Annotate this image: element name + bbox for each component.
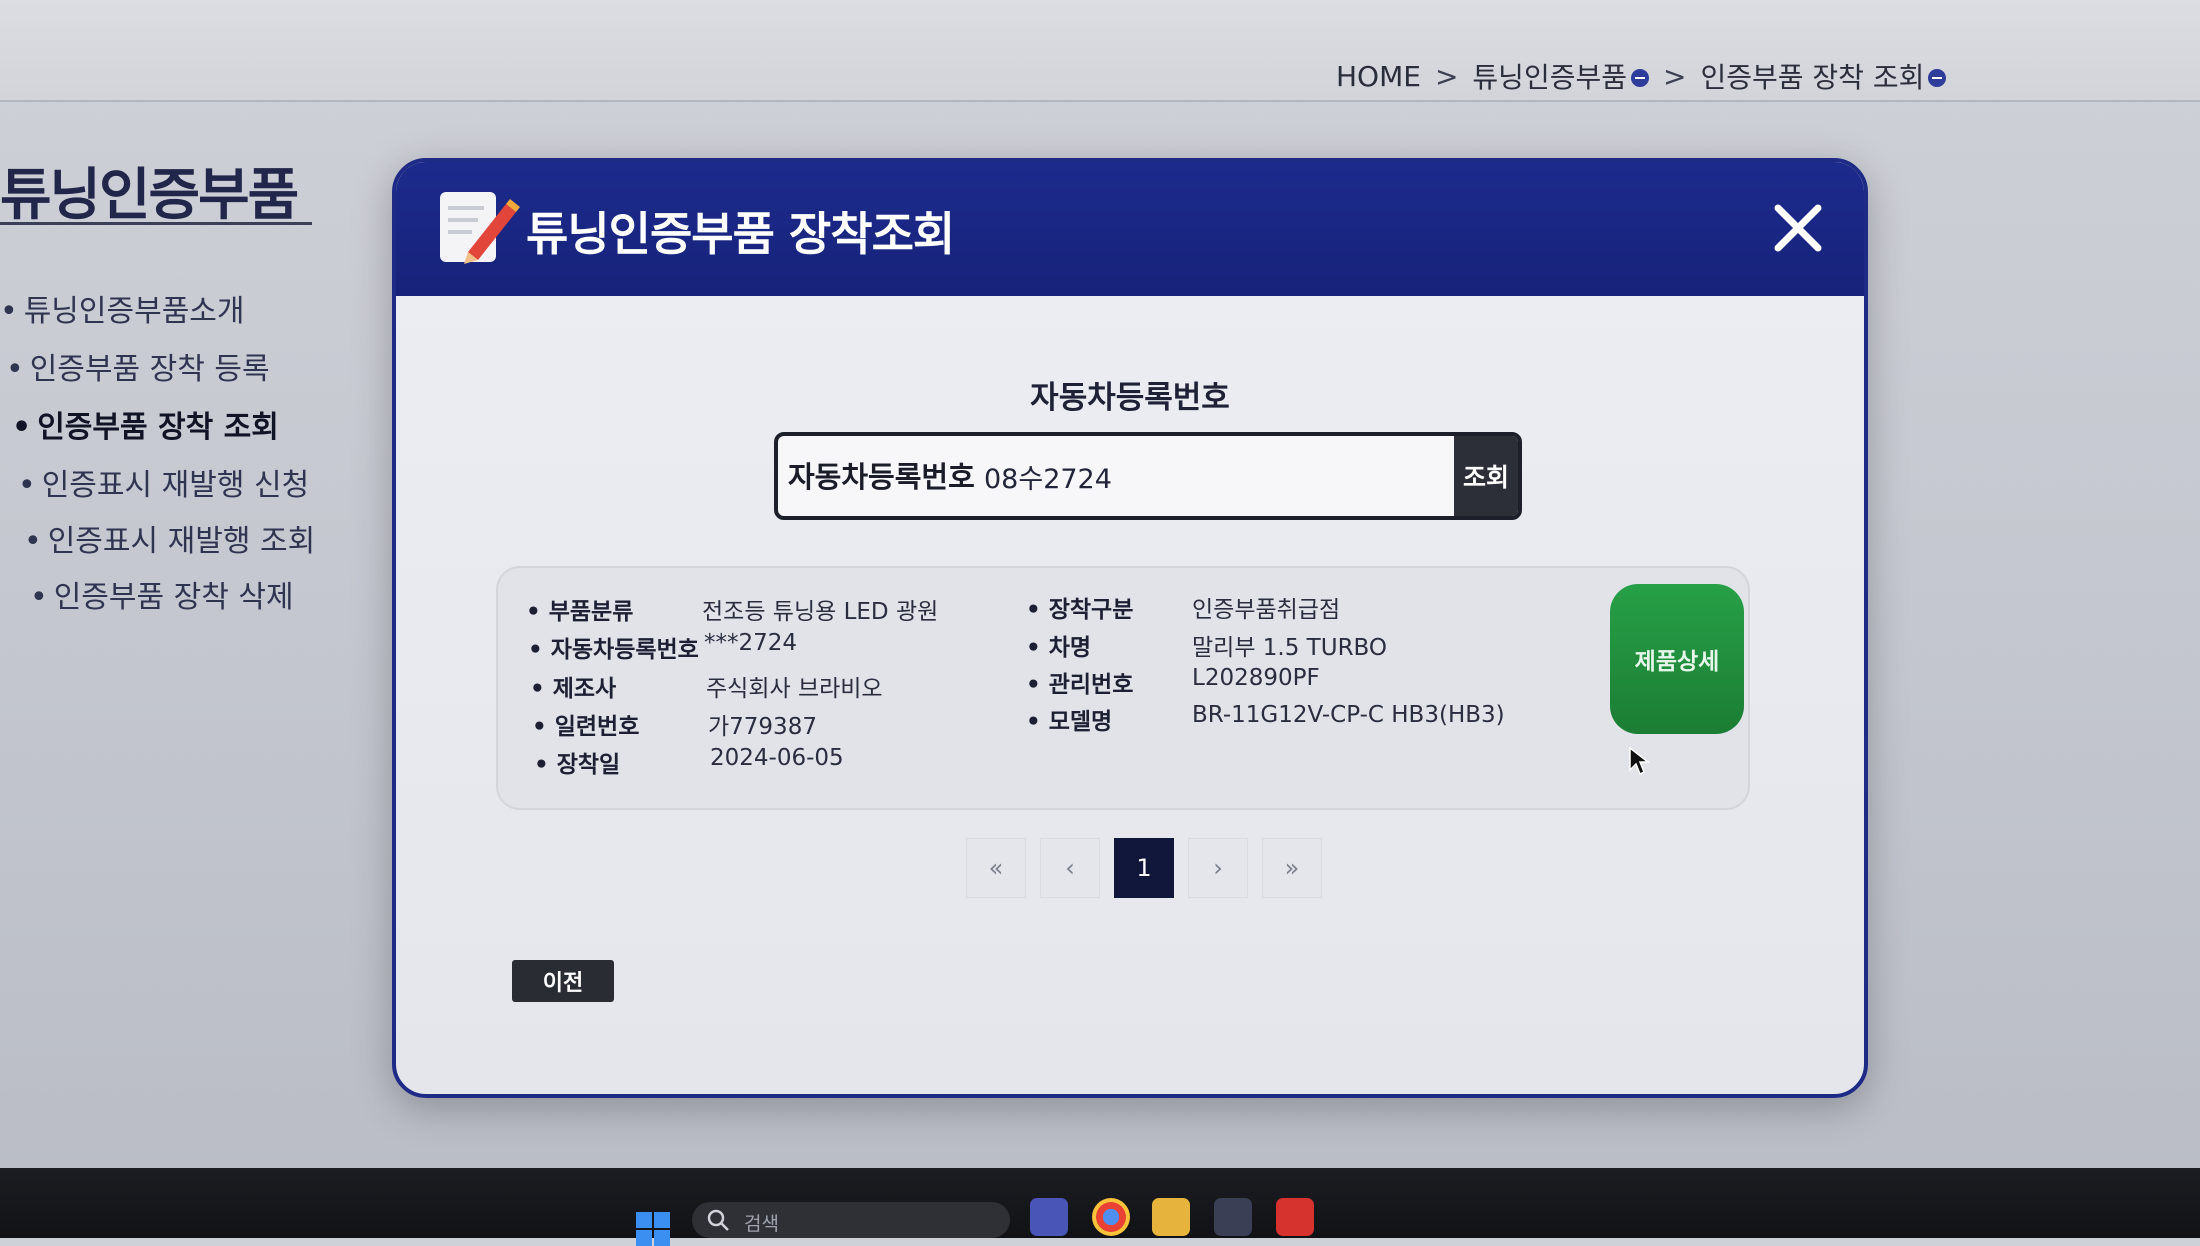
taskbar-search-placeholder: 검색 <box>744 1213 779 1235</box>
field-value: 말리부 1.5 TURBO <box>1192 635 1388 661</box>
taskbar-app-calculator[interactable] <box>1214 1198 1252 1236</box>
breadcrumb-level2-label: 인증부품 장착 조회 <box>1700 61 1925 94</box>
search-box: 자동차등록번호 조회 <box>774 432 1522 520</box>
windows-logo-icon[interactable] <box>636 1212 670 1246</box>
breadcrumb: HOME > 튜닝인증부품 > 인증부품 장착 조회 <box>1336 56 1947 96</box>
field-value: 가779387 <box>708 714 817 740</box>
taskbar-app-folder[interactable] <box>1152 1198 1190 1236</box>
breadcrumb-dropdown-icon[interactable] <box>1630 69 1649 87</box>
sidebar-item-reissue-lookup[interactable]: • 인증표시 재발행 조회 <box>24 516 315 560</box>
breadcrumb-level1-label: 튜닝인증부품 <box>1472 61 1627 94</box>
taskbar: 검색 <box>0 1168 2200 1246</box>
sidebar-item-intro[interactable]: • 튜닝인증부품소개 <box>0 286 245 330</box>
section-label: 자동차등록번호 <box>1030 380 1230 416</box>
field-key: • 차명 <box>1026 635 1092 661</box>
registration-number-input[interactable] <box>982 446 1456 506</box>
breadcrumb-level2[interactable]: 인증부품 장착 조회 <box>1700 56 1947 96</box>
field-key: • 장착일 <box>534 752 621 778</box>
taskbar-search[interactable]: 검색 <box>692 1202 1010 1238</box>
modal-header: 튜닝인증부품 장착조회 <box>396 162 1864 296</box>
product-detail-button[interactable]: 제품상세 <box>1610 584 1744 734</box>
field-key: • 관리번호 <box>1026 672 1134 698</box>
field-value: 주식회사 브라비오 <box>706 676 883 702</box>
field-key: • 일련번호 <box>532 714 640 740</box>
breadcrumb-separator: > <box>1434 59 1459 93</box>
sidebar-item-register[interactable]: • 인증부품 장착 등록 <box>6 344 270 388</box>
sidebar-title: 튜닝인증부품 <box>0 163 299 228</box>
close-icon[interactable] <box>1768 198 1828 258</box>
sidebar-title-divider <box>0 222 312 225</box>
sidebar-item-delete[interactable]: • 인증부품 장착 삭제 <box>30 572 294 616</box>
page-prev-button[interactable]: ‹ <box>1040 838 1100 898</box>
field-value: L202890PF <box>1192 665 1320 691</box>
sidebar-item-lookup[interactable]: • 인증부품 장착 조회 <box>12 402 279 446</box>
taskbar-app-browser[interactable] <box>1092 1198 1130 1236</box>
taskbar-app-meet[interactable] <box>1030 1198 1068 1236</box>
field-key: • 장착구분 <box>1026 597 1134 623</box>
field-value: ***2724 <box>704 630 798 656</box>
field-key: • 모델명 <box>1026 709 1113 735</box>
page-number-button[interactable]: 1 <box>1114 838 1174 898</box>
taskbar-app-red[interactable] <box>1276 1198 1314 1236</box>
page-first-button[interactable]: « <box>966 838 1026 898</box>
field-value: 전조등 튜닝용 LED 광원 <box>702 599 939 625</box>
field-value: 인증부품취급점 <box>1192 597 1341 623</box>
modal-title: 튜닝인증부품 장착조회 <box>526 207 955 261</box>
field-value: BR-11G12V-CP-C HB3(HB3) <box>1192 702 1505 728</box>
lookup-button[interactable]: 조회 <box>1454 436 1518 516</box>
breadcrumb-dropdown-icon[interactable] <box>1928 69 1947 87</box>
cursor-icon <box>1629 746 1650 776</box>
page-last-button[interactable]: » <box>1262 838 1322 898</box>
sidebar-item-reissue-request[interactable]: • 인증표시 재발행 신청 <box>18 460 309 504</box>
field-key: • 자동차등록번호 <box>528 637 699 663</box>
page-next-button[interactable]: › <box>1188 838 1248 898</box>
field-key: • 부품분류 <box>526 599 634 625</box>
lookup-modal: 튜닝인증부품 장착조회 자동차등록번호 자동차등록번호 조회 • 부품분류 전조… <box>392 158 1868 1098</box>
document-pencil-icon <box>440 192 520 264</box>
field-value: 2024-06-05 <box>710 745 844 771</box>
breadcrumb-separator: > <box>1662 59 1687 93</box>
breadcrumb-home[interactable]: HOME <box>1336 60 1421 93</box>
back-button[interactable]: 이전 <box>512 960 614 1002</box>
field-key: • 제조사 <box>530 676 617 702</box>
search-icon <box>707 1209 729 1231</box>
breadcrumb-level1[interactable]: 튜닝인증부품 <box>1472 56 1649 96</box>
result-card: • 부품분류 전조등 튜닝용 LED 광원 • 자동차등록번호 ***2724 … <box>496 566 1750 810</box>
search-field-label: 자동차등록번호 <box>788 460 975 494</box>
